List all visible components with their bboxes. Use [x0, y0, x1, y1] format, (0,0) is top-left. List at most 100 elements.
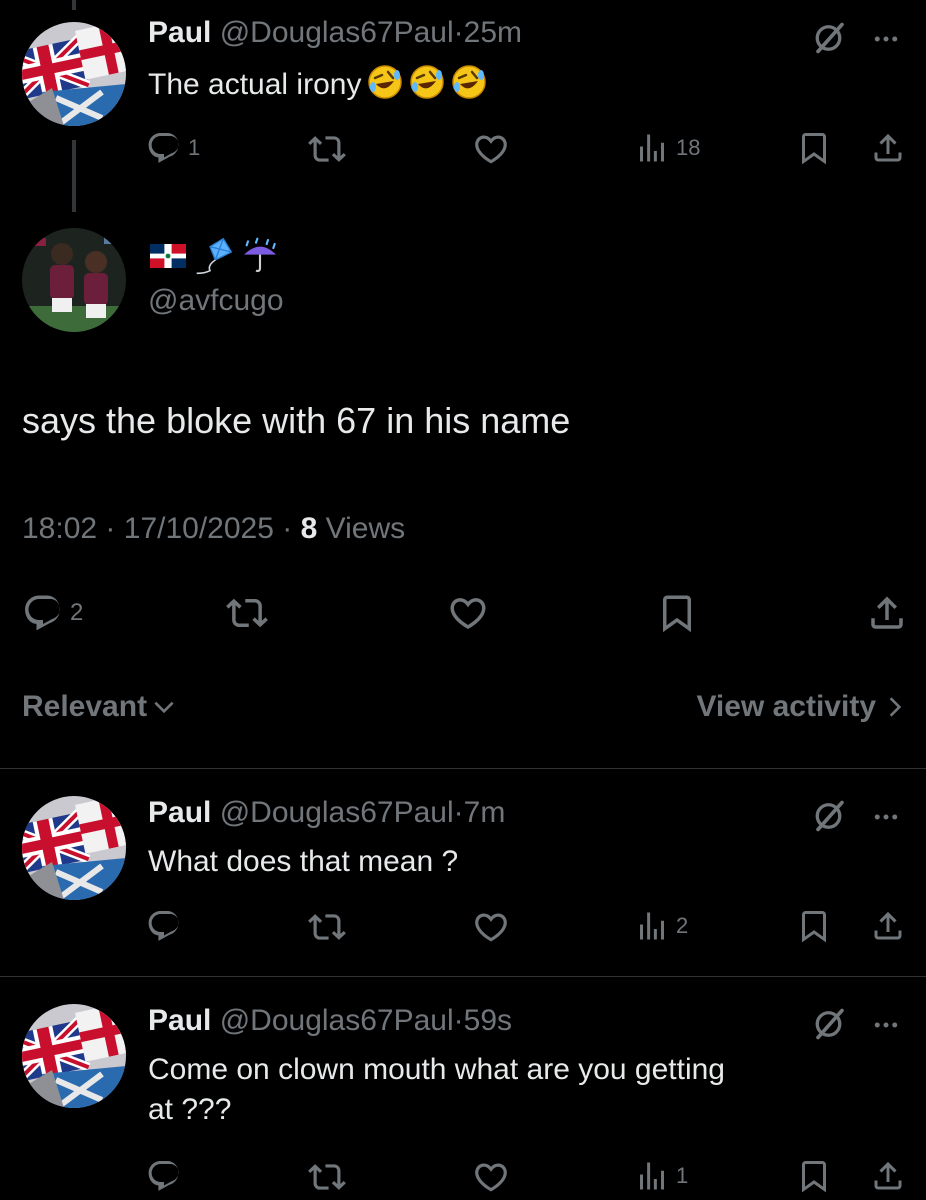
views-button[interactable]: 18: [634, 130, 700, 166]
like-button[interactable]: [446, 592, 490, 634]
post-text-content: The actual irony: [148, 68, 362, 101]
separator: ·: [453, 796, 464, 829]
handle[interactable]: @Douglas67Paul: [220, 16, 454, 49]
rofl-emoji: [409, 64, 445, 100]
more-options-icon[interactable]: [868, 1010, 904, 1040]
handle[interactable]: @Douglas67Paul: [220, 1004, 454, 1037]
display-name[interactable]: Paul: [148, 1004, 211, 1037]
divider: [0, 976, 926, 977]
share-button[interactable]: [870, 130, 906, 166]
thread-line-top: [72, 0, 76, 10]
post-text-line: at ???: [148, 1093, 232, 1126]
reply-icon: [146, 130, 182, 166]
sort-label: Relevant: [22, 690, 148, 723]
bookmark-button[interactable]: [796, 908, 832, 944]
avatar-image: [22, 22, 126, 126]
grok-icon[interactable]: [812, 20, 848, 56]
share-icon: [866, 592, 908, 634]
retweet-icon: [308, 908, 346, 946]
reply-button[interactable]: 2: [22, 592, 83, 634]
avatar[interactable]: [22, 796, 126, 900]
display-name[interactable]: [150, 238, 280, 274]
handle[interactable]: @avfcugo: [148, 284, 284, 318]
retweet-icon: [308, 1158, 346, 1196]
separator: ·: [453, 16, 464, 49]
share-button[interactable]: [870, 908, 906, 944]
like-button[interactable]: [472, 1158, 510, 1196]
retweet-button[interactable]: [308, 1158, 346, 1196]
chevron-down-icon: [154, 701, 174, 714]
post-time[interactable]: 18:02: [22, 512, 97, 545]
post-text-line: Come on clown mouth what are you getting: [148, 1053, 725, 1086]
like-button[interactable]: [472, 908, 510, 946]
reply-button[interactable]: [146, 908, 182, 944]
reply-button[interactable]: [146, 1158, 182, 1194]
avatar-image: [22, 796, 126, 900]
like-button[interactable]: [472, 130, 510, 168]
chevron-right-icon: [889, 697, 902, 717]
post-header: Paul @Douglas67Paul·25m: [148, 16, 522, 50]
avatar[interactable]: [22, 22, 126, 126]
views-button[interactable]: 1: [634, 1158, 688, 1194]
timestamp[interactable]: 25m: [464, 16, 522, 49]
avatar-image: [22, 1004, 126, 1108]
rofl-emoji: [367, 64, 403, 100]
timestamp[interactable]: 7m: [464, 796, 506, 829]
views-count: 18: [676, 135, 701, 160]
more-options-icon[interactable]: [868, 802, 904, 832]
timestamp[interactable]: 59s: [464, 1004, 512, 1037]
share-icon: [870, 908, 906, 944]
dominican-flag-emoji: [150, 244, 186, 268]
share-icon: [870, 1158, 906, 1194]
display-name[interactable]: Paul: [148, 796, 211, 829]
more-options-icon[interactable]: [868, 24, 904, 54]
post-header: Paul @Douglas67Paul·7m: [148, 796, 505, 830]
separator: ·: [453, 1004, 464, 1037]
views-label: Views: [325, 512, 406, 545]
bookmark-icon: [796, 908, 832, 944]
post-text: Come on clown mouth what are you getting…: [148, 1050, 725, 1130]
handle[interactable]: @Douglas67Paul: [220, 796, 454, 829]
heart-icon: [472, 130, 510, 168]
share-button[interactable]: [870, 1158, 906, 1194]
grok-icon[interactable]: [812, 798, 848, 834]
separator: ·: [282, 512, 293, 545]
reply-button[interactable]: 1: [146, 130, 200, 166]
bookmark-icon: [796, 130, 832, 166]
retweet-button[interactable]: [226, 592, 268, 634]
post-text: says the bloke with 67 in his name: [22, 400, 571, 441]
display-name[interactable]: Paul: [148, 16, 211, 49]
views-icon: [634, 908, 670, 944]
rofl-emoji: [451, 64, 487, 100]
heart-icon: [472, 1158, 510, 1196]
sort-dropdown[interactable]: Relevant: [22, 690, 177, 724]
reply-icon: [146, 908, 182, 944]
thread-line: [72, 140, 76, 212]
share-button[interactable]: [866, 592, 908, 634]
views-number: 8: [300, 512, 318, 545]
views-button[interactable]: 2: [634, 908, 688, 944]
views-count: 2: [676, 913, 689, 938]
retweet-button[interactable]: [308, 130, 346, 168]
retweet-icon: [308, 130, 346, 168]
heart-icon: [446, 592, 490, 634]
reply-count: 2: [70, 599, 84, 626]
grok-icon[interactable]: [812, 1006, 848, 1042]
avatar[interactable]: [22, 1004, 126, 1108]
bookmark-button[interactable]: [796, 130, 832, 166]
kite-emoji: [194, 236, 234, 276]
retweet-icon: [226, 592, 268, 634]
reply-icon: [22, 592, 64, 634]
post-text: The actual irony: [148, 64, 487, 105]
avatar[interactable]: [22, 228, 126, 332]
post-date[interactable]: 17/10/2025: [124, 512, 274, 545]
bookmark-button[interactable]: [656, 592, 698, 634]
bookmark-button[interactable]: [796, 1158, 832, 1194]
reply-icon: [146, 1158, 182, 1194]
share-icon: [870, 130, 906, 166]
retweet-button[interactable]: [308, 908, 346, 946]
bookmark-icon: [796, 1158, 832, 1194]
views-count: 1: [676, 1163, 689, 1188]
reply-count: 1: [188, 135, 201, 160]
view-activity-link[interactable]: View activity: [696, 690, 908, 724]
